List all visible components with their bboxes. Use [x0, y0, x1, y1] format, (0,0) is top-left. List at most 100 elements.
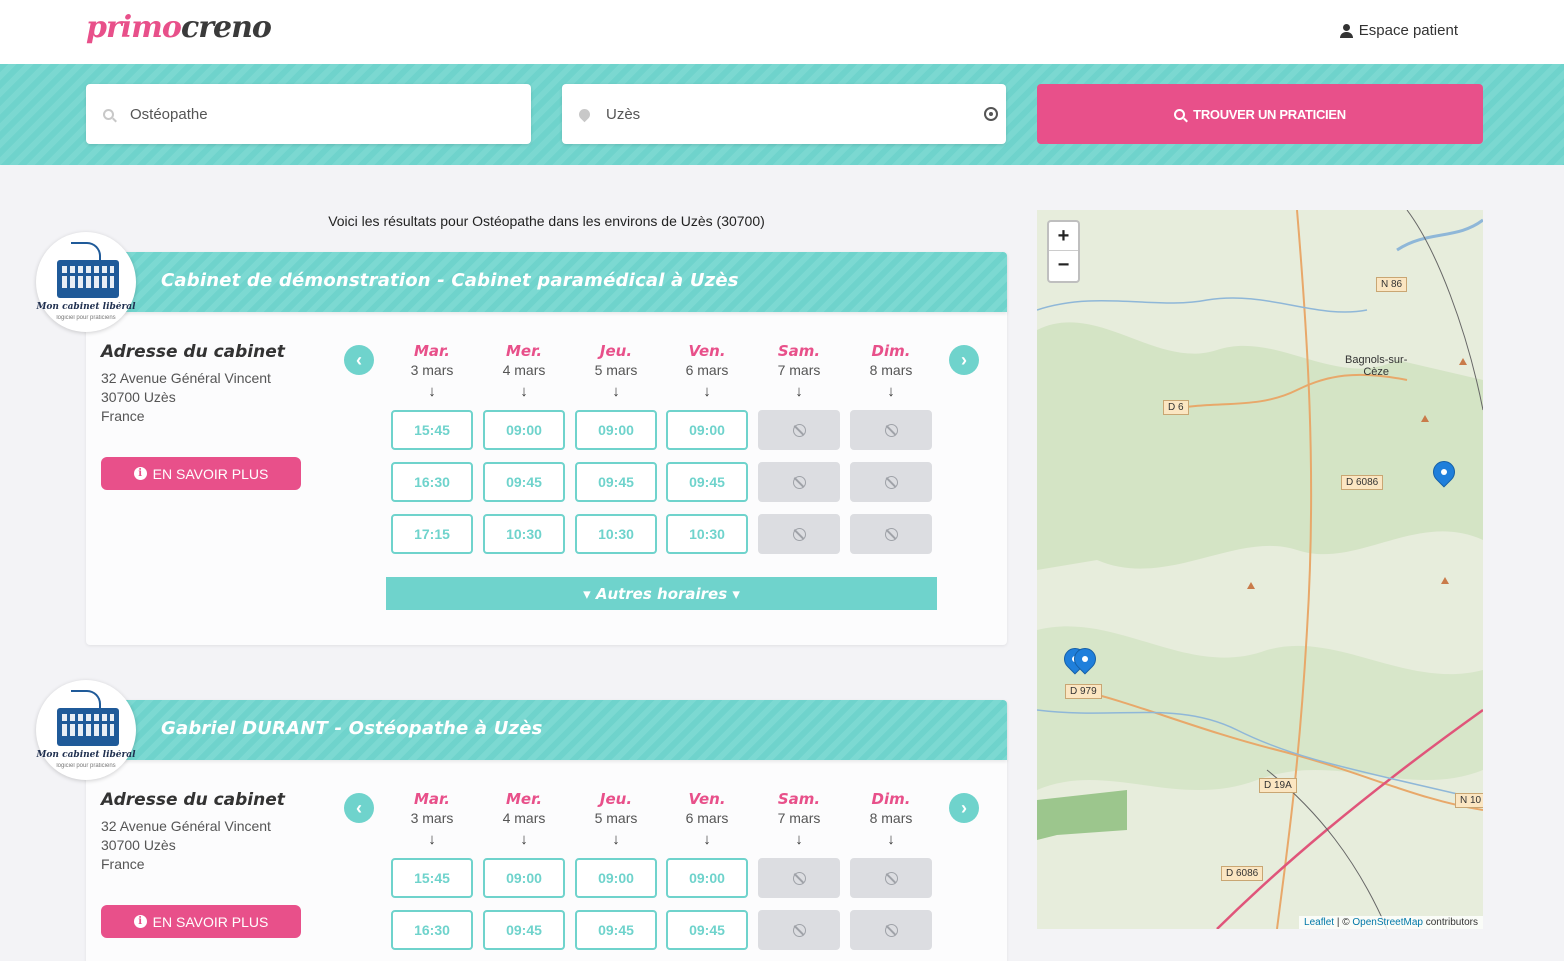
keyboard-logo-icon	[57, 708, 119, 746]
chevron-right-icon[interactable]: ›	[949, 345, 979, 375]
search-icon	[1174, 108, 1186, 120]
time-slot-button[interactable]: 09:45	[666, 910, 748, 950]
search-band: Ostéopathe Uzès TROUVER UN PRATICIEN	[0, 64, 1564, 165]
time-slot-button[interactable]: 09:00	[483, 858, 565, 898]
day-column-header: Sam. 7 mars ↓	[758, 342, 840, 400]
unavailable-slot	[850, 858, 932, 898]
day-column-header: Mar. 3 mars ↓	[391, 790, 473, 848]
chevron-left-icon[interactable]: ‹	[344, 793, 374, 823]
arrow-down-icon: ↓	[428, 383, 436, 400]
time-slot-button[interactable]: 16:30	[391, 462, 473, 502]
leaflet-link[interactable]: Leaflet	[1304, 917, 1334, 928]
day-column-header: Sam. 7 mars ↓	[758, 790, 840, 848]
road-label: D 979	[1065, 684, 1102, 699]
arrow-down-icon: ↓	[612, 831, 620, 848]
day-column-header: Jeu. 5 mars ↓	[575, 790, 657, 848]
address-street: 32 Avenue Général Vincent	[101, 818, 271, 834]
avatar-brand-subtext: logiciel pour praticiens	[56, 763, 116, 769]
address-city: 30700 Uzès	[101, 389, 176, 405]
address-title: Adresse du cabinet	[101, 342, 285, 362]
day-name: Mar.	[413, 342, 450, 360]
day-date: 6 mars	[685, 362, 729, 378]
time-slot-button[interactable]: 16:30	[391, 910, 473, 950]
specialty-search-input[interactable]: Ostéopathe	[86, 84, 531, 144]
day-column-header: Ven. 6 mars ↓	[666, 790, 748, 848]
arrow-down-icon: ↓	[887, 831, 895, 848]
card-header: Cabinet de démonstration - Cabinet param…	[86, 252, 1007, 312]
more-times-button[interactable]: ▾ Autres horaires ▾	[386, 577, 937, 610]
day-name: Sam.	[777, 342, 821, 360]
primocreno-logo[interactable]: primocreno	[86, 10, 272, 45]
unavailable-slot	[758, 910, 840, 950]
time-slot-button[interactable]: 09:00	[483, 410, 565, 450]
day-name: Dim.	[871, 790, 911, 808]
day-date: 6 mars	[685, 810, 729, 826]
time-slot-button[interactable]: 09:00	[575, 858, 657, 898]
peak-icon	[1247, 582, 1255, 589]
road-label: N 86	[1376, 277, 1408, 292]
results-summary: Voici les résultats pour Ostéopathe dans…	[328, 213, 765, 229]
ban-icon	[884, 423, 898, 437]
unavailable-slot	[850, 514, 932, 554]
find-practitioner-button[interactable]: TROUVER UN PRATICIEN	[1037, 84, 1483, 144]
locate-icon[interactable]	[984, 107, 998, 121]
day-name: Jeu.	[599, 790, 633, 808]
time-slot-button[interactable]: 15:45	[391, 410, 473, 450]
chevron-left-icon[interactable]: ‹	[344, 345, 374, 375]
day-name: Mer.	[505, 790, 543, 808]
osm-link[interactable]: OpenStreetMap	[1352, 917, 1423, 928]
practitioner-avatar: Mon cabinet libéral logiciel pour pratic…	[36, 680, 136, 780]
card-title[interactable]: Cabinet de démonstration - Cabinet param…	[161, 270, 739, 291]
card-header: Gabriel DURANT - Ostéopathe à Uzès	[86, 700, 1007, 760]
more-info-button[interactable]: i EN SAVOIR PLUS	[101, 457, 301, 490]
time-slot-button[interactable]: 09:45	[666, 462, 748, 502]
time-slot-button[interactable]: 09:45	[575, 462, 657, 502]
town-label: Bagnols-sur- Cèze	[1345, 354, 1407, 378]
arrow-down-icon: ↓	[795, 383, 803, 400]
unavailable-slot	[758, 410, 840, 450]
day-name: Jeu.	[599, 342, 633, 360]
keyboard-logo-icon	[57, 260, 119, 298]
time-slot-button[interactable]: 10:30	[575, 514, 657, 554]
peak-icon	[1441, 577, 1449, 584]
day-column-header: Jeu. 5 mars ↓	[575, 342, 657, 400]
time-slot-button[interactable]: 09:45	[483, 462, 565, 502]
location-pin-icon	[562, 106, 606, 122]
time-slot-button[interactable]: 15:45	[391, 858, 473, 898]
time-slot-button[interactable]: 09:45	[575, 910, 657, 950]
city-search-input[interactable]: Uzès	[562, 84, 1006, 144]
attribution-separator: | ©	[1334, 917, 1353, 928]
time-slot-button[interactable]: 09:45	[483, 910, 565, 950]
time-slot-button[interactable]: 09:00	[666, 858, 748, 898]
card-title[interactable]: Gabriel DURANT - Ostéopathe à Uzès	[161, 718, 543, 739]
address-title: Adresse du cabinet	[101, 790, 285, 810]
day-date: 4 mars	[502, 810, 546, 826]
arrow-down-icon: ↓	[612, 383, 620, 400]
peak-icon	[1421, 415, 1429, 422]
peak-icon	[1459, 358, 1467, 365]
arrow-down-icon: ↓	[428, 831, 436, 848]
practitioner-card: Gabriel DURANT - Ostéopathe à Uzès Adres…	[86, 700, 1007, 961]
day-date: 3 mars	[410, 362, 454, 378]
time-slot-button[interactable]: 09:00	[575, 410, 657, 450]
unavailable-slot	[850, 462, 932, 502]
more-info-button[interactable]: i EN SAVOIR PLUS	[101, 905, 301, 938]
zoom-out-button[interactable]: −	[1049, 251, 1078, 280]
day-column-header: Dim. 8 mars ↓	[850, 790, 932, 848]
more-info-label: EN SAVOIR PLUS	[152, 913, 269, 930]
time-slot-button[interactable]: 10:30	[483, 514, 565, 554]
avatar-brand-text: Mon cabinet libéral	[36, 302, 136, 312]
day-column-header: Ven. 6 mars ↓	[666, 342, 748, 400]
time-slot-button[interactable]: 09:00	[666, 410, 748, 450]
results-map[interactable]: + − Bagnols-sur- Cèze N 86 D 6 D 6086 D …	[1037, 210, 1483, 929]
patient-space-link[interactable]: Espace patient	[1339, 22, 1458, 39]
patient-space-label: Espace patient	[1358, 22, 1458, 39]
unavailable-slot	[850, 410, 932, 450]
day-name: Mar.	[413, 790, 450, 808]
time-slot-button[interactable]: 10:30	[666, 514, 748, 554]
zoom-in-button[interactable]: +	[1049, 222, 1078, 251]
chevron-right-icon[interactable]: ›	[949, 793, 979, 823]
day-date: 5 mars	[594, 362, 638, 378]
time-slot-button[interactable]: 17:15	[391, 514, 473, 554]
ban-icon	[792, 423, 806, 437]
